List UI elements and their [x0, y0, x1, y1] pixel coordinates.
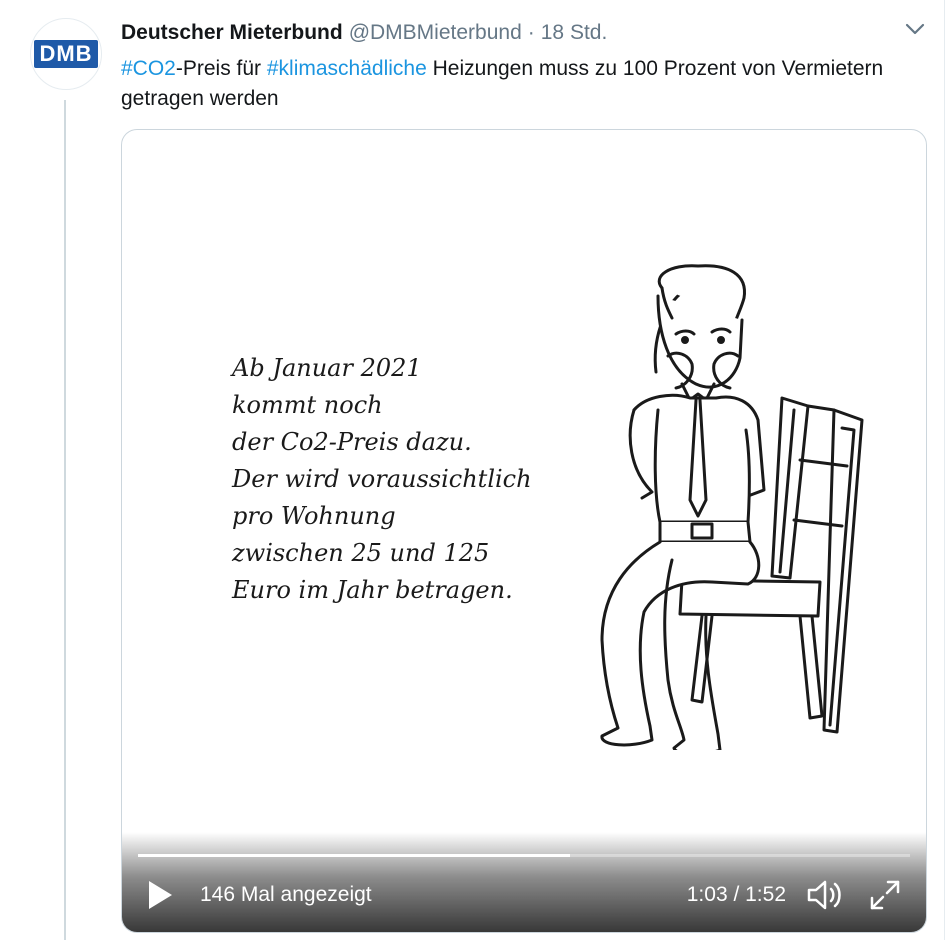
view-count: 146 Mal angezeigt	[200, 883, 372, 906]
video-time: 1:03 / 1:52	[686, 883, 786, 906]
volume-button[interactable]	[806, 878, 844, 912]
video-caption-line: pro Wohnung	[232, 502, 396, 530]
video-caption-line: Euro im Jahr betragen.	[232, 576, 513, 604]
tweet-text-segment: -Preis für	[175, 57, 267, 80]
volume-icon	[807, 880, 841, 910]
tweet[interactable]: DMB Deutscher Mieterbund @DMBMieterbund …	[0, 0, 945, 940]
thread-line	[64, 100, 66, 940]
user-handle[interactable]: @DMBMieterbund	[349, 21, 522, 45]
play-button[interactable]	[144, 878, 176, 912]
header-separator: ·	[527, 21, 535, 44]
hashtag-link[interactable]: #klimaschädliche	[267, 57, 427, 80]
fullscreen-icon	[870, 880, 900, 910]
video-caption-line: der Co2-Preis dazu.	[232, 428, 472, 456]
video-caption: Ab Januar 2021 kommt noch der Co2-Preis …	[232, 350, 532, 609]
progress-bar-fill	[138, 854, 571, 857]
video-player[interactable]: Ab Januar 2021 kommt noch der Co2-Preis …	[121, 129, 927, 933]
avatar[interactable]: DMB	[30, 18, 102, 90]
tweet-text: #CO2-Preis für #klimaschädliche Heizunge…	[121, 54, 911, 114]
chevron-down-icon	[905, 23, 925, 35]
video-controls: 146 Mal angezeigt 1:03 / 1:52	[122, 832, 926, 932]
video-caption-line: kommt noch	[232, 391, 383, 419]
fullscreen-button[interactable]	[868, 878, 902, 912]
hashtag-link[interactable]: #CO2	[121, 57, 176, 80]
dmb-logo: DMB	[34, 40, 98, 68]
video-caption-line: Ab Januar 2021	[232, 354, 422, 382]
display-name[interactable]: Deutscher Mieterbund	[121, 21, 343, 45]
progress-bar[interactable]	[138, 854, 910, 857]
man-on-chair-illustration	[600, 264, 864, 750]
tweet-timestamp[interactable]: 18 Std.	[541, 21, 608, 45]
video-caption-line: Der wird voraussichtlich	[232, 465, 532, 493]
play-icon	[149, 881, 172, 909]
tweet-menu-button[interactable]	[900, 18, 930, 42]
tweet-header: Deutscher Mieterbund @DMBMieterbund · 18…	[121, 18, 607, 48]
video-caption-line: zwischen 25 und 125	[232, 539, 490, 567]
